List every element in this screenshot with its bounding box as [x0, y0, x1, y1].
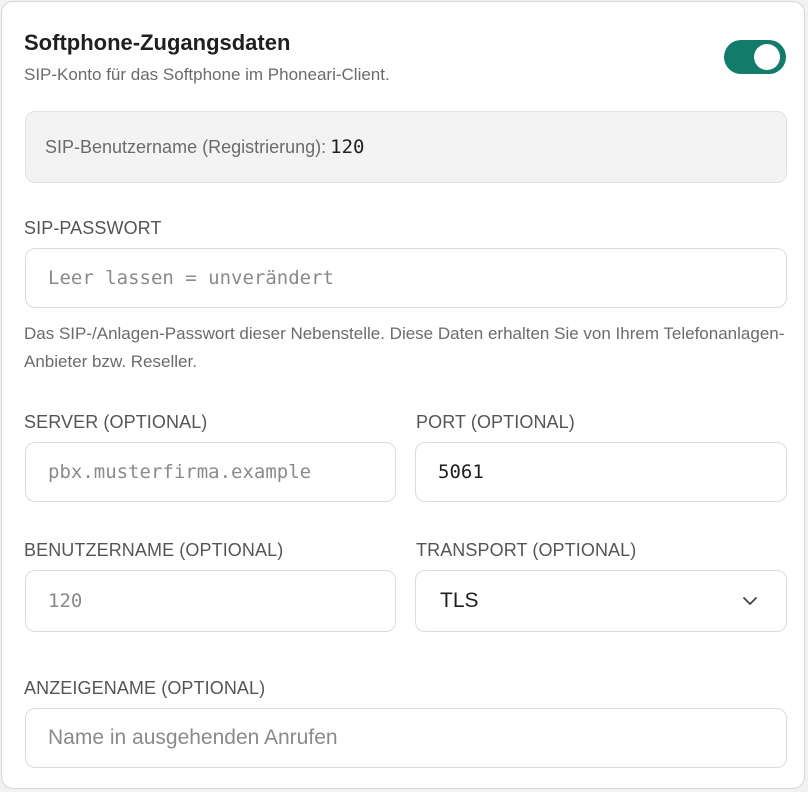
sip-password-label: SIP-PASSWORT — [24, 218, 162, 238]
registration-value: 120 — [330, 136, 365, 158]
transport-select[interactable]: TLS — [415, 570, 787, 632]
registration-label: SIP-Benutzername (Registrierung): — [45, 136, 327, 157]
sip-password-help: Das SIP-/Anlagen-Passwort dieser Nebenst… — [24, 324, 785, 371]
display-name-input[interactable] — [25, 708, 787, 768]
port-input[interactable] — [415, 442, 787, 502]
port-label: PORT (OPTIONAL) — [416, 412, 575, 432]
username-label: BENUTZERNAME (OPTIONAL) — [24, 540, 284, 560]
server-input[interactable] — [25, 442, 396, 502]
registration-info-box: SIP-Benutzername (Registrierung): 120 — [25, 111, 787, 183]
toggle-knob — [754, 44, 780, 70]
display-name-label: ANZEIGENAME (OPTIONAL) — [24, 678, 266, 698]
sip-password-input[interactable] — [25, 248, 787, 308]
server-label: SERVER (OPTIONAL) — [24, 412, 208, 432]
section-title: Softphone-Zugangsdaten — [24, 30, 291, 55]
softphone-credentials-card: Softphone-Zugangsdaten SIP-Konto für das… — [1, 1, 805, 789]
username-input[interactable] — [25, 570, 396, 632]
section-subtitle: SIP-Konto für das Softphone im Phoneari-… — [24, 65, 390, 84]
transport-label: TRANSPORT (OPTIONAL) — [416, 540, 637, 560]
transport-selected-value: TLS — [440, 589, 479, 612]
softphone-enabled-toggle[interactable] — [724, 40, 786, 74]
chevron-down-icon — [743, 597, 757, 605]
